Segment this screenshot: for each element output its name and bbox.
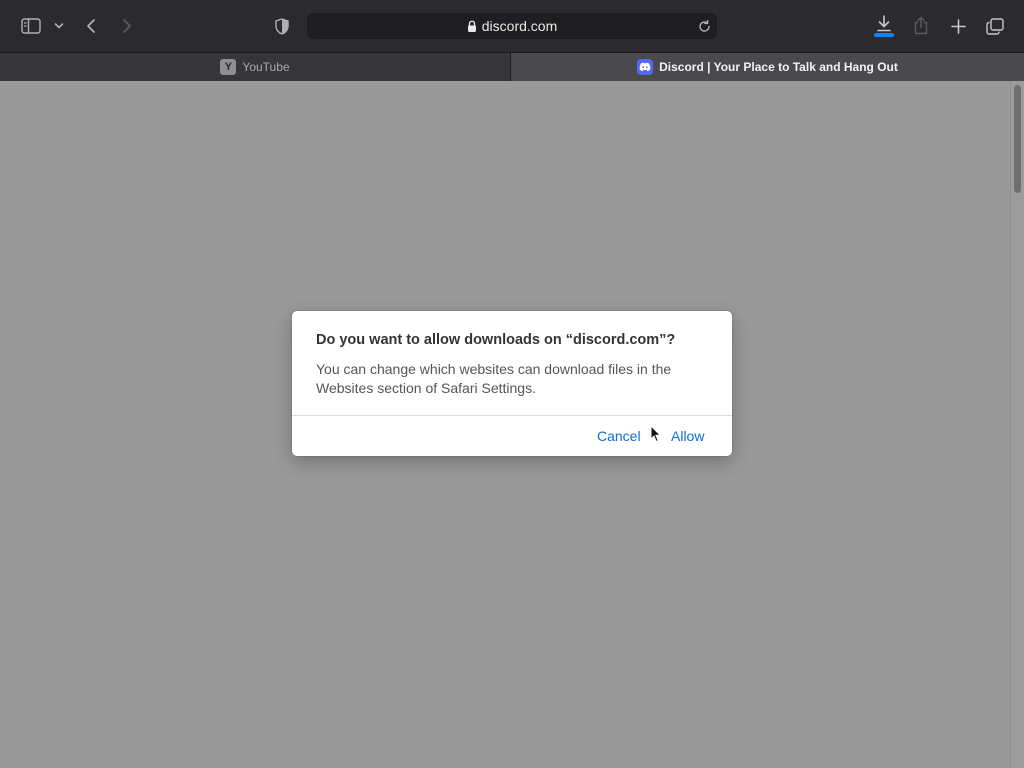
address-url: discord.com [481, 18, 558, 34]
dialog-divider [292, 415, 732, 416]
mouse-cursor-icon [650, 424, 662, 448]
tab-bar: Y YouTube Discord | Your Place to Talk a… [0, 52, 1024, 81]
scrollbar-thumb[interactable] [1014, 85, 1021, 193]
download-permission-dialog: Do you want to allow downloads on “disco… [292, 311, 732, 456]
new-tab-icon[interactable] [948, 16, 968, 36]
tab-overview-icon[interactable] [985, 16, 1005, 36]
reload-icon[interactable] [696, 18, 712, 34]
address-bar[interactable]: discord.com [306, 12, 718, 40]
lock-icon [467, 20, 477, 33]
tab-label: Discord | Your Place to Talk and Hang Ou… [659, 60, 898, 74]
address-display[interactable]: discord.com [306, 12, 718, 40]
chevron-down-icon[interactable] [53, 20, 65, 32]
cancel-button[interactable]: Cancel [597, 428, 641, 444]
privacy-shield-icon[interactable] [273, 16, 291, 36]
youtube-favicon: Y [220, 59, 237, 75]
dialog-message: You can change which websites can downlo… [316, 361, 672, 396]
browser-toolbar: discord.com [0, 0, 1024, 52]
back-icon[interactable] [83, 16, 99, 36]
dialog-title: Do you want to allow downloads on “disco… [316, 332, 676, 348]
forward-icon[interactable] [119, 16, 135, 36]
tab-label: YouTube [242, 60, 290, 74]
discord-favicon [637, 59, 654, 75]
download-icon[interactable] [874, 13, 894, 33]
sidebar-icon[interactable] [20, 16, 42, 36]
download-progress-bar [874, 33, 894, 37]
tab-discord[interactable]: Discord | Your Place to Talk and Hang Ou… [511, 53, 1024, 81]
allow-button[interactable]: Allow [671, 428, 704, 444]
share-icon[interactable] [911, 14, 931, 36]
tab-youtube[interactable]: Y YouTube [0, 53, 511, 81]
